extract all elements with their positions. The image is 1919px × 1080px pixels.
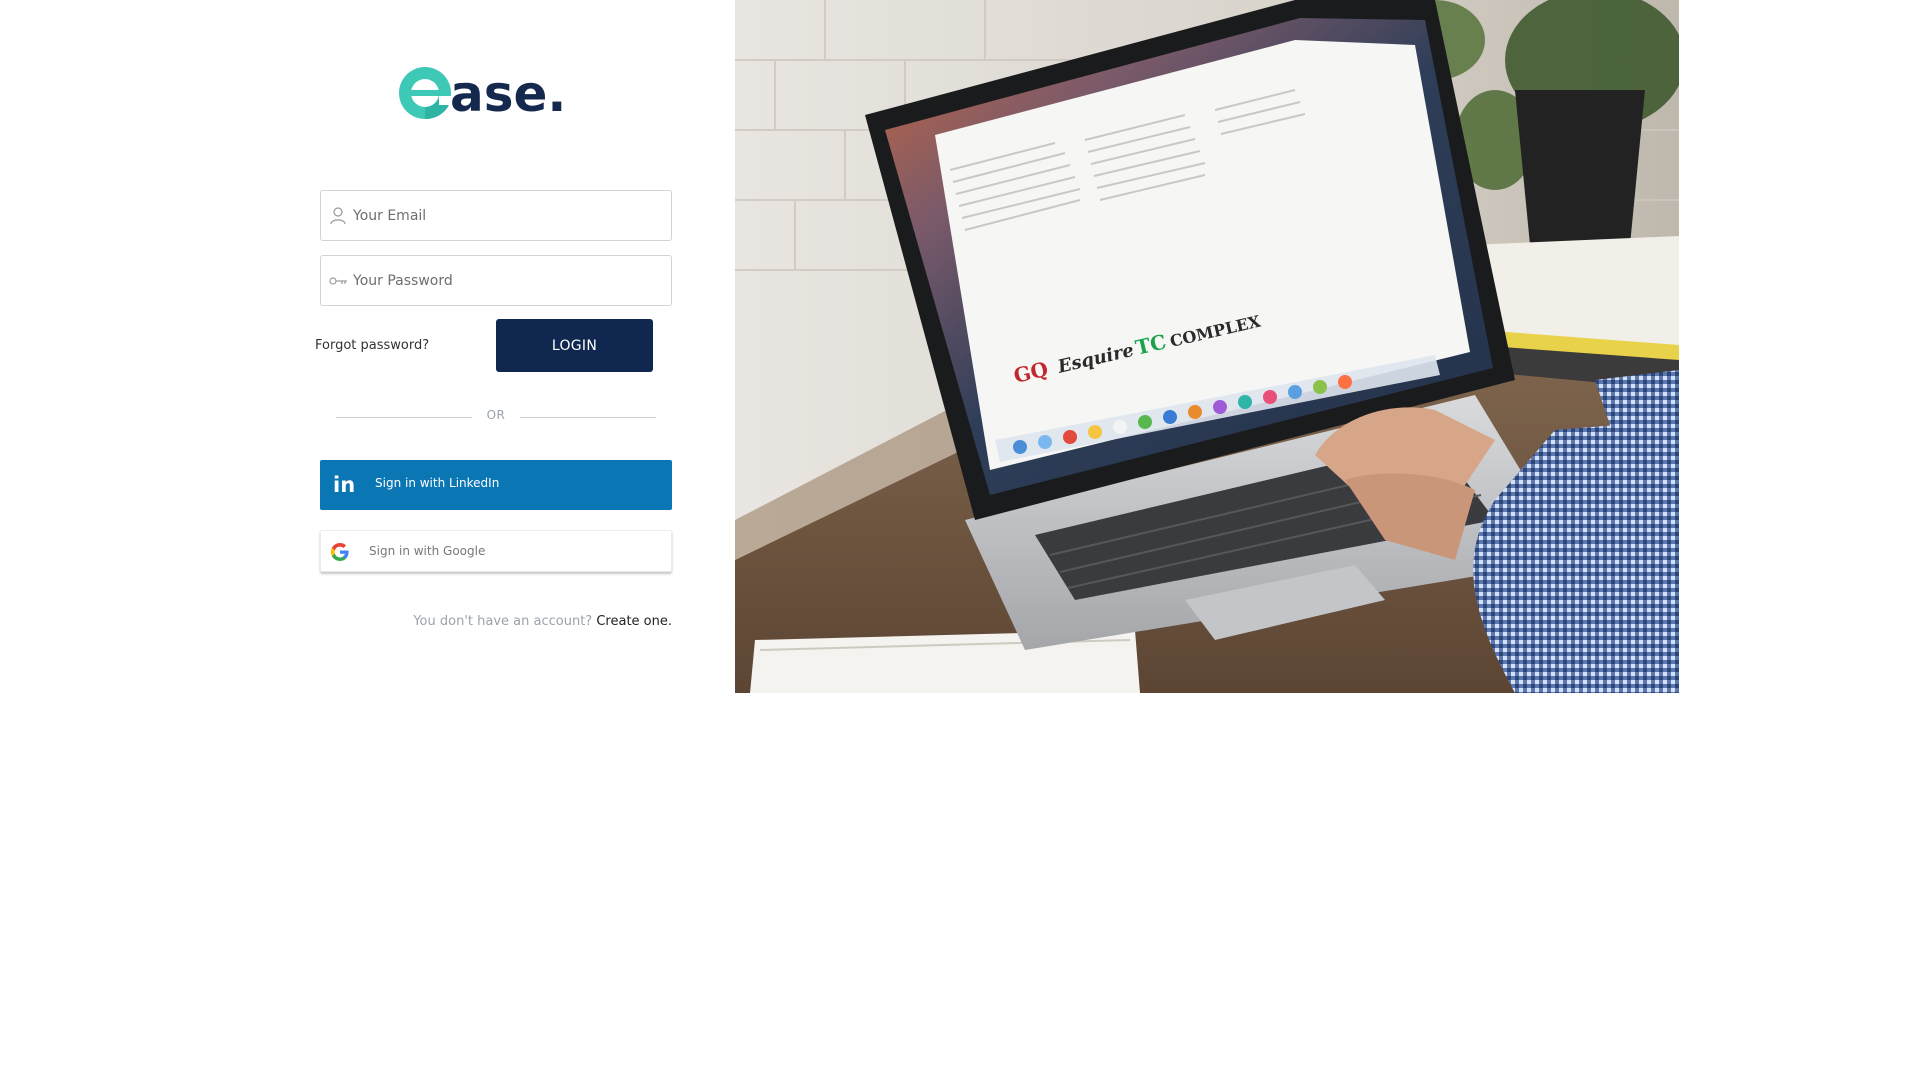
login-button[interactable]: LOGIN	[496, 319, 653, 372]
password-field[interactable]	[320, 255, 672, 306]
logo-wordmark: ase.	[450, 65, 566, 123]
user-icon	[329, 206, 347, 226]
email-input[interactable]	[351, 191, 661, 240]
linkedin-signin-button[interactable]: in Sign in with LinkedIn	[320, 460, 672, 510]
password-input[interactable]	[351, 256, 661, 305]
or-label: OR	[486, 408, 506, 422]
google-signin-label: Sign in with Google	[369, 544, 486, 558]
or-divider: OR	[336, 408, 656, 426]
hero-photo: GQ Esquire TC COMPLEX	[735, 0, 1679, 693]
signup-question: You don't have an account?	[413, 614, 593, 629]
ease-logo: ase.	[392, 56, 602, 128]
key-icon	[329, 271, 347, 291]
google-icon	[331, 543, 349, 561]
email-field[interactable]	[320, 190, 672, 241]
login-page: ase. Forgot passw	[0, 0, 1919, 1080]
signup-prompt: You don't have an account? Create one.	[413, 614, 672, 629]
create-account-link[interactable]: Create one.	[596, 614, 672, 629]
divider-line-right	[520, 417, 656, 418]
linkedin-icon: in	[333, 473, 356, 497]
linkedin-signin-label: Sign in with LinkedIn	[375, 476, 500, 490]
login-column: ase. Forgot passw	[315, 0, 672, 690]
forgot-password-link[interactable]: Forgot password?	[315, 338, 429, 353]
google-signin-button[interactable]: Sign in with Google	[320, 530, 672, 572]
